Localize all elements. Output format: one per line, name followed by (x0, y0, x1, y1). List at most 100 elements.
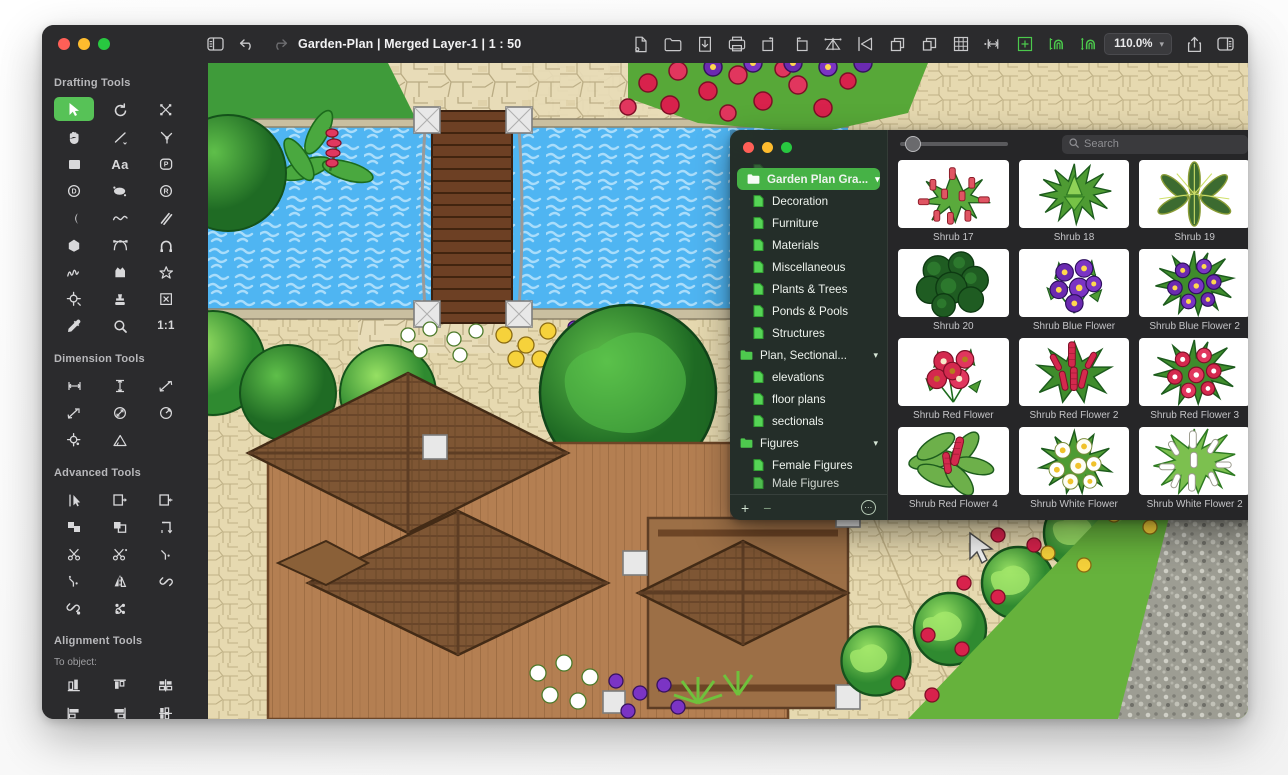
chamfer-icon[interactable] (51, 568, 97, 594)
library-item[interactable]: Shrub 20 (898, 249, 1009, 338)
chevron-down-icon[interactable]: ▾ (1156, 39, 1167, 50)
horizontal-dimension-icon[interactable] (51, 373, 97, 399)
undo-icon[interactable] (238, 35, 256, 53)
angle-measure-icon[interactable] (97, 427, 143, 453)
stamp-icon[interactable] (97, 286, 143, 312)
library-item[interactable]: Shrub 17 (898, 160, 1009, 249)
trim-icon[interactable] (51, 541, 97, 567)
chevron-down-icon[interactable]: ▾ (873, 438, 887, 449)
tree-item-ponds-and-pools[interactable]: Ponds & Pools (730, 300, 887, 322)
library-item[interactable]: Shrub Red Flower 3 (1139, 338, 1248, 427)
open-folder-icon[interactable] (664, 35, 682, 53)
scale-1-1-icon[interactable]: 1:1 (143, 313, 189, 339)
library-tree[interactable]: Garden Plan Gra... ▾ Decoration Furnitur… (730, 153, 887, 494)
tree-item-plants-and-trees[interactable]: Plants & Trees (730, 278, 887, 300)
ellipse-icon[interactable] (97, 178, 143, 204)
link-icon[interactable] (143, 568, 189, 594)
spline-icon[interactable] (97, 205, 143, 231)
close-button[interactable] (58, 38, 70, 50)
hand-pan-icon[interactable] (51, 124, 97, 150)
align-right-icon[interactable] (97, 700, 143, 719)
chevron-down-icon[interactable]: ▾ (875, 174, 887, 185)
angle-line-icon[interactable] (143, 124, 189, 150)
direct-select-icon[interactable] (51, 487, 97, 513)
rotate-right-icon[interactable] (760, 35, 778, 53)
library-item[interactable]: Shrub 18 (1018, 160, 1130, 249)
offset-icon[interactable] (143, 514, 189, 540)
star-icon[interactable] (143, 259, 189, 285)
duplicate-icon[interactable] (888, 35, 906, 53)
tree-item-figures[interactable]: Figures ▾ (730, 432, 887, 454)
arch-icon[interactable] (143, 232, 189, 258)
rotate-icon[interactable] (97, 97, 143, 123)
new-document-icon[interactable] (632, 35, 650, 53)
tree-item-furniture[interactable]: Furniture (730, 212, 887, 234)
library-minimize-button[interactable] (762, 142, 773, 153)
magnifier-icon[interactable] (97, 313, 143, 339)
mirror-axis-icon[interactable] (97, 568, 143, 594)
freehand-icon[interactable] (51, 259, 97, 285)
polygon-icon[interactable] (51, 232, 97, 258)
diameter-dimension-icon[interactable] (97, 400, 143, 426)
circle-diameter-icon[interactable]: D (51, 178, 97, 204)
more-options-button[interactable]: ⋯ (861, 500, 876, 515)
wall-tool-2-icon[interactable] (1080, 35, 1098, 53)
library-item[interactable]: Shrub Red Flower 4 (898, 427, 1009, 516)
tree-item-floor-plans[interactable]: floor plans (730, 388, 887, 410)
tree-item-decoration[interactable]: Decoration (730, 190, 887, 212)
center-mark-icon[interactable] (51, 427, 97, 453)
anchor-point-icon[interactable] (51, 286, 97, 312)
tree-item-male-figures-partial[interactable]: Male Figures (730, 476, 887, 490)
tree-item-garden-plan-graphics[interactable]: Garden Plan Gra... ▾ (737, 168, 880, 190)
radius-circle-icon[interactable]: R (143, 178, 189, 204)
maximize-button[interactable] (98, 38, 110, 50)
radius-dimension-icon[interactable] (143, 400, 189, 426)
delete-box-icon[interactable] (143, 286, 189, 312)
union-icon[interactable] (51, 514, 97, 540)
align-center-vertical-icon[interactable] (143, 700, 189, 719)
remove-library-button[interactable]: − (763, 500, 771, 516)
align-left-icon[interactable] (51, 700, 97, 719)
tree-item-female-figures[interactable]: Female Figures (730, 454, 887, 476)
search-input[interactable]: Search (1062, 134, 1248, 154)
flip-horizontal-icon[interactable] (856, 35, 874, 53)
select-arrow-icon[interactable] (54, 97, 94, 121)
snap-grid-icon[interactable] (984, 35, 1002, 53)
line-icon[interactable] (97, 124, 143, 150)
rectangle-icon[interactable] (51, 151, 97, 177)
copy-icon[interactable] (920, 35, 938, 53)
tree-item-miscellaneous[interactable]: Miscellaneous (730, 256, 887, 278)
subtract-icon[interactable] (97, 514, 143, 540)
split-icon[interactable] (97, 541, 143, 567)
crop-icon[interactable] (143, 97, 189, 123)
tree-item-plan-sectional[interactable]: Plan, Sectional... ▾ (730, 344, 887, 366)
tree-item-materials[interactable]: Materials (730, 234, 887, 256)
tree-item-sectionals[interactable]: sectionals (730, 410, 887, 432)
library-maximize-button[interactable] (781, 142, 792, 153)
inspector-toggle-icon[interactable] (1216, 35, 1234, 53)
unlink-icon[interactable] (51, 595, 97, 621)
eyedropper-icon[interactable] (51, 313, 97, 339)
library-item[interactable]: Shrub 19 (1139, 160, 1248, 249)
import-icon[interactable] (696, 35, 714, 53)
polyline-point-icon[interactable]: P (143, 151, 189, 177)
library-item[interactable]: Shrub Red Flower 2 (1018, 338, 1130, 427)
align-center-horizontal-icon[interactable] (143, 672, 189, 698)
arc-segment-icon[interactable] (51, 205, 97, 231)
library-close-button[interactable] (743, 142, 754, 153)
text-icon[interactable]: Aa (97, 151, 143, 177)
align-top-icon[interactable] (97, 672, 143, 698)
grid-icon[interactable] (952, 35, 970, 53)
fillet-icon[interactable] (143, 541, 189, 567)
library-item[interactable]: Shrub White Flower (1018, 427, 1130, 516)
extend-right-icon[interactable] (97, 487, 143, 513)
diagonal-dimension-icon[interactable] (143, 373, 189, 399)
bezier-icon[interactable] (97, 232, 143, 258)
print-icon[interactable] (728, 35, 746, 53)
redo-icon[interactable] (270, 35, 288, 53)
add-library-button[interactable]: + (741, 500, 749, 516)
tree-item-structures[interactable]: Structures (730, 322, 887, 344)
shape-fill-icon[interactable] (97, 259, 143, 285)
extend-left-icon[interactable] (143, 487, 189, 513)
slider-knob[interactable] (904, 136, 921, 152)
